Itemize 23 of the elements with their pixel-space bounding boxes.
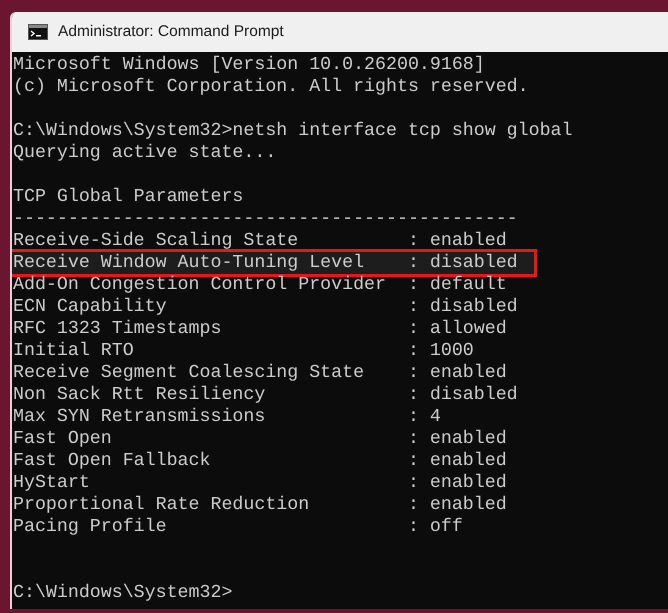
console-text: Querying active state...	[13, 142, 276, 164]
parameter-row: Receive Segment Coalescing State : enabled	[13, 362, 507, 384]
parameter-row: ECN Capability : disabled	[13, 296, 518, 318]
parameter-row: Fast Open Fallback : enabled	[13, 450, 507, 472]
parameter-row: Fast Open : enabled	[13, 428, 507, 450]
parameter-row: Receive-Side Scaling State : enabled	[13, 230, 507, 252]
parameter-row: Proportional Rate Reduction : enabled	[13, 494, 507, 516]
console-text: Microsoft Windows [Version 10.0.26200.9168]	[13, 54, 485, 76]
parameter-row: Add-On Congestion Control Provider : default	[13, 274, 507, 296]
parameter-row: HyStart : enabled	[13, 472, 507, 494]
parameter-row: Pacing Profile : off	[13, 516, 463, 538]
divider-text: ----------------------------------------------	[13, 208, 518, 230]
console-text: (c) Microsoft Corporation. All rights reserved.	[13, 76, 529, 98]
parameter-row: Max SYN Retransmissions : 4	[13, 406, 441, 428]
command-line: C:\Windows\System32>netsh interface tcp show global	[13, 120, 572, 142]
parameter-row: Non Sack Rtt Resiliency : disabled	[13, 384, 518, 406]
command-prompt: C:\Windows\System32>	[13, 582, 232, 604]
parameter-row: Initial RTO : 1000	[13, 340, 474, 362]
terminal-icon	[28, 24, 48, 40]
console-text: TCP Global Parameters	[13, 186, 244, 208]
window-title: Administrator: Command Prompt	[58, 23, 284, 41]
parameter-row: Receive Window Auto-Tuning Level : disabled	[12, 252, 534, 274]
parameter-row: RFC 1323 Timestamps : allowed	[13, 318, 507, 340]
